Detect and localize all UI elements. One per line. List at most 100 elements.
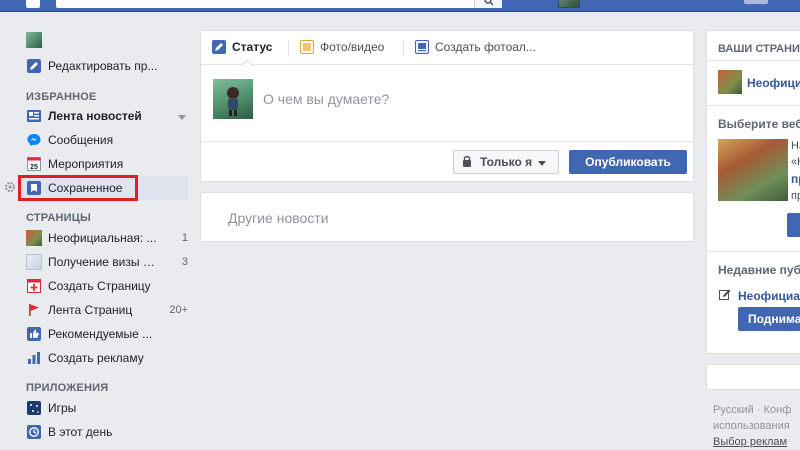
search-icon [484,0,494,6]
sidebar-item-label: Игры [48,401,77,415]
tab-photo-video[interactable]: Фото/видео [299,39,385,55]
tab-divider [403,40,404,56]
footer-terms-line[interactable]: использования [713,418,800,434]
right-column-panel: ВАШИ СТРАНИ Неофици Выберите веб На «Н п… [706,30,800,354]
search-button[interactable] [474,0,502,8]
publish-button[interactable]: Опубликовать [569,150,687,174]
promo-text: «Н [791,156,800,168]
other-news-label: Другие новости [228,210,329,226]
lock-icon [462,155,472,170]
search-input[interactable] [56,0,502,8]
sidebar-item-create-page[interactable]: Создать Страницу [26,276,188,296]
tab-divider [288,40,289,56]
favorites-heading: ИЗБРАННОЕ [26,91,97,103]
divider [707,251,800,252]
sidebar-item-label: Сообщения [48,133,114,147]
sidebar-item-label: Создать Страницу [48,279,151,293]
tab-label: Фото/видео [320,40,385,54]
pencil-icon [212,40,226,54]
footer-ad-choices-link[interactable]: Выбор реклам [713,434,800,450]
profile-avatar[interactable] [558,0,580,8]
sidebar-item-recommended[interactable]: Рекомендуемые ... [26,324,188,344]
page-thumbnail-icon [26,230,42,246]
calendar-day-text: 25 [30,164,38,171]
sidebar-item-label: Редактировать пр... [48,59,158,73]
composer-tabs: Статус Фото/видео Создать фотоал... [201,31,693,66]
sidebar-item-label: Лента Страниц [48,303,133,317]
tab-label: Создать фотоал... [435,40,536,54]
promo-heading: Выберите веб [718,117,800,131]
recent-posts-heading: Недавние пуб [718,263,800,277]
right-empty-panel [706,364,800,390]
post-composer: Статус Фото/видео Создать фотоал... О че… [200,30,694,182]
chevron-down-icon[interactable] [178,109,188,123]
sidebar-item-label: Лента новостей [48,109,142,123]
active-tab-pointer [240,60,254,66]
photo-icon [299,39,315,55]
sidebar-item-label: В этот день [48,425,113,439]
sidebar-item-label: Получение визы С... [48,255,160,269]
recent-page-link[interactable]: Неофициа [738,289,800,303]
sidebar-profile-avatar[interactable] [26,30,188,50]
sidebar-item-page-unofficial[interactable]: Неофициальная: ... 1 [26,228,188,248]
map-icon [26,254,42,270]
highlight-annotation-box [18,175,138,201]
sidebar-item-page-visa[interactable]: Получение визы С... 3 [26,252,188,272]
divider [707,105,800,106]
sidebar-item-edit-profile[interactable]: Редактировать пр... [26,56,188,76]
create-page-icon [26,278,42,294]
promo-text: На [791,140,800,152]
notification-count: 1 [181,232,188,244]
gear-icon[interactable] [4,181,16,196]
sidebar-item-news-feed[interactable]: Лента новостей [26,106,188,126]
footer: Русский · Конф использования Выбор рекла… [713,402,800,450]
clock-icon [26,424,42,440]
facebook-logo-icon[interactable] [26,0,40,8]
notification-count: 3 [181,256,188,268]
sidebar-item-on-this-day[interactable]: В этот день [26,422,188,442]
messages-icon [26,132,42,148]
sidebar-item-pages-feed[interactable]: Лента Страниц 20+ [26,300,188,320]
apps-heading: ПРИЛОЖЕНИЯ [26,382,109,394]
sidebar-item-label: Мероприятия [48,157,124,171]
sidebar-item-events[interactable]: 25 Мероприятия [26,154,188,174]
tab-create-album[interactable]: Создать фотоал... [414,39,536,55]
album-icon [414,39,430,55]
promo-text: пр [791,190,800,202]
promo-link[interactable]: пр [791,172,800,186]
page-thumbnail[interactable] [718,70,742,94]
promo-button[interactable] [787,213,800,237]
page-link[interactable]: Неофици [747,76,800,90]
sidebar-item-label: Создать рекламу [48,351,144,365]
sidebar-item-label: Рекомендуемые ... [48,327,153,341]
status-input[interactable]: О чем вы думаете? [263,91,389,107]
bar-chart-icon [26,350,42,366]
games-icon [26,400,42,416]
sidebar-item-games[interactable]: Игры [26,398,188,418]
flag-icon [26,302,42,318]
tab-status[interactable]: Статус [212,40,272,54]
tab-label: Статус [232,40,273,54]
composer-footer: Только я Опубликовать [201,141,693,181]
promo-thumbnail[interactable] [718,139,788,201]
sidebar-item-label: Неофициальная: ... [48,231,157,245]
privacy-selector[interactable]: Только я [453,150,559,174]
other-news-panel[interactable]: Другие новости [200,192,694,242]
news-feed-icon [26,108,42,124]
your-pages-heading: ВАШИ СТРАНИ [718,43,800,55]
sidebar-item-create-ad[interactable]: Создать рекламу [26,348,188,368]
chevron-down-icon [538,155,547,169]
notification-count: 20+ [169,304,188,316]
sidebar-item-messages[interactable]: Сообщения [26,130,188,150]
top-navigation-bar [0,0,800,12]
avatar[interactable] [213,79,253,119]
edit-icon [719,289,731,304]
avatar [26,32,42,48]
thumbs-up-icon [26,326,42,342]
boost-post-button[interactable]: Поднима [738,307,800,331]
calendar-icon: 25 [26,156,42,172]
divider [707,60,800,61]
pages-heading: СТРАНИЦЫ [26,212,91,224]
footer-language-line[interactable]: Русский · Конф [713,402,800,418]
nav-user-link[interactable] [744,0,768,4]
